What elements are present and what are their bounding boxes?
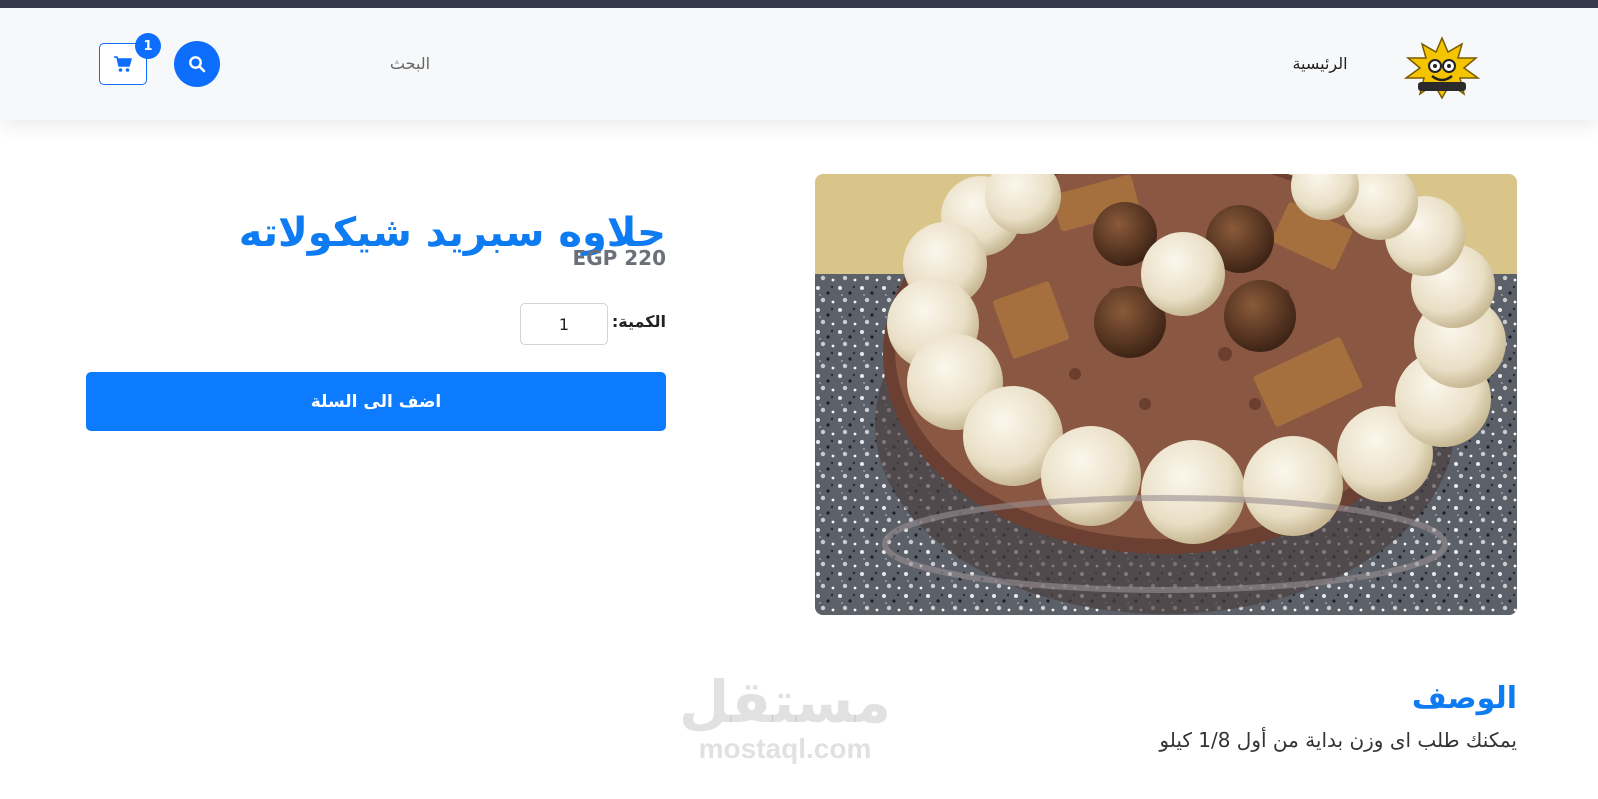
add-to-cart-button[interactable]: اضف الى السلة (86, 372, 666, 431)
product-price: EGP 220 (572, 246, 666, 270)
description-text: يمكنك طلب اى وزن بداية من أول 1/8 كيلو (1159, 728, 1517, 752)
product-image (815, 174, 1517, 615)
store-logo[interactable] (1403, 36, 1481, 100)
watermark-arabic: مستقل (678, 668, 892, 736)
cart-icon (114, 56, 132, 72)
watermark-latin: mostaql.com (698, 733, 872, 764)
description-heading: الوصف (1411, 680, 1517, 716)
cart-count-badge: 1 (135, 33, 161, 59)
top-strip (0, 0, 1598, 8)
nav-search-link[interactable]: البحث (360, 54, 460, 73)
quantity-label: الكمية: (611, 312, 666, 331)
quantity-input[interactable] (520, 303, 608, 345)
nav-home-link[interactable]: الرئيسية (1280, 54, 1360, 73)
search-button[interactable] (174, 41, 220, 87)
watermark: مستقل mostaql.com (650, 670, 920, 764)
navbar: الرئيسية البحث 1 (0, 8, 1598, 120)
search-icon (189, 56, 206, 73)
